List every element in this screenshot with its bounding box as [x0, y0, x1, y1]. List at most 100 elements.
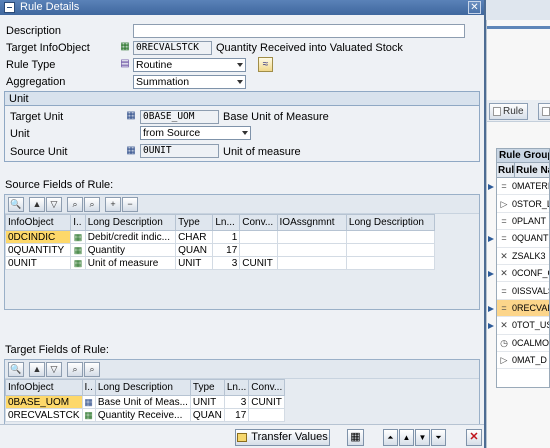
arrow-icon: = [501, 181, 507, 192]
list-item[interactable]: ▷ 0MAT_D [497, 352, 549, 370]
column-header[interactable]: Long Description [84, 214, 177, 231]
transfer-icon [237, 432, 248, 442]
list-item[interactable]: ◷ 0CALMO [497, 335, 549, 352]
infoobject-type-icon: ▦ [70, 243, 86, 257]
cancel-button[interactable]: ✕ [466, 429, 482, 446]
description-field[interactable] [133, 24, 465, 38]
edit-routine-button[interactable]: ≈ [258, 57, 273, 72]
column-header[interactable]: Conv... [248, 379, 286, 396]
target-fields-table: InfoObject I.. Long Description Type Ln.… [5, 379, 286, 422]
infoobject-cell[interactable]: 0QUANTITY [4, 243, 72, 257]
column-header[interactable]: Long Description [345, 214, 436, 231]
transfer-values-button[interactable]: Transfer Values [235, 429, 330, 446]
close-icon[interactable]: ✕ [468, 1, 481, 14]
aggregation-select[interactable]: Summation [133, 75, 246, 89]
list-item[interactable]: = 0QUANT [497, 230, 549, 248]
previous-page-button[interactable]: ▲ [399, 429, 414, 446]
column-header[interactable]: Type [189, 379, 225, 396]
list-item[interactable]: ▷ 0STOR_L [497, 195, 549, 213]
column-header[interactable]: InfoObject [5, 379, 83, 396]
last-page-button[interactable]: ⏷ [431, 429, 446, 446]
cross-icon: ✕ [500, 268, 508, 279]
column-header[interactable]: InfoObject [4, 214, 72, 231]
long-description-cell [345, 256, 436, 270]
arrow-icon: = [501, 285, 507, 296]
table-row[interactable]: 0QUANTITY ▦ Quantity QUAN 17 [4, 243, 436, 257]
next-page-button[interactable]: ▼ [415, 429, 430, 446]
background-header-strip [486, 0, 550, 20]
description-cell: Debit/credit indic... [84, 230, 177, 244]
type-cell: QUAN [175, 243, 214, 257]
find-icon[interactable]: ⌕ [67, 196, 83, 212]
first-page-button[interactable]: ⏶ [383, 429, 398, 446]
target-unit-text: Base Unit of Measure [223, 111, 329, 123]
rule-type-select[interactable]: Routine [133, 58, 246, 72]
sort-ascending-icon[interactable]: ▲ [29, 361, 45, 377]
rule-icon [493, 106, 501, 116]
ioassignment-cell[interactable] [276, 230, 347, 244]
chevron-down-icon [242, 131, 248, 135]
column-header[interactable]: Type [175, 214, 214, 231]
column-header[interactable]: Conv... [239, 214, 278, 231]
display-button[interactable]: ▦ [347, 429, 364, 446]
source-unit-field[interactable]: 0UNIT [140, 144, 219, 158]
list-item-selected[interactable]: = 0RECVAL [497, 299, 549, 318]
filter-icon[interactable]: ▽ [46, 196, 62, 212]
filter-icon[interactable]: ▽ [46, 361, 62, 377]
source-fields-table: InfoObject I.. Long Description Type Ln.… [4, 214, 436, 270]
dialog-titlebar: Rule Details ✕ [0, 0, 484, 15]
background-rule-button[interactable]: Rule [489, 103, 528, 120]
list-item[interactable]: ✕ 0TOT_US [497, 317, 549, 335]
column-header[interactable]: Ln... [223, 379, 250, 396]
clock-icon: ◷ [500, 337, 508, 348]
infoobject-cell[interactable]: 0UNIT [4, 256, 72, 270]
target-infoobject-text: Quantity Received into Valuated Stock [216, 42, 403, 54]
cross-icon: ✕ [500, 320, 508, 331]
target-unit-field[interactable]: 0BASE_UOM [140, 110, 219, 124]
infoobject-cell[interactable]: 0RECVALSTCK [5, 408, 83, 422]
find-icon[interactable]: ⌕ [67, 361, 83, 377]
target-infoobject-field[interactable]: 0RECVALSTCK [133, 41, 212, 55]
ioassignment-cell[interactable] [276, 243, 347, 257]
column-header[interactable]: I.. [81, 379, 96, 396]
table-row[interactable]: 0DCINDIC ▦ Debit/credit indic... CHAR 1 [4, 230, 436, 244]
column-header[interactable]: I.. [70, 214, 86, 231]
find-next-icon[interactable]: ⌕ [84, 361, 100, 377]
description-cell: Quantity [84, 243, 177, 257]
ioassignment-cell[interactable] [276, 256, 347, 270]
find-next-icon[interactable]: ⌕ [84, 196, 100, 212]
background-edit-button[interactable] [538, 103, 550, 120]
table-row[interactable]: 0UNIT ▦ Unit of measure UNIT 3 CUNIT [4, 256, 436, 270]
sort-ascending-icon[interactable]: ▲ [29, 196, 45, 212]
background-rule-group-table: Rule Group: RulRule Na =0MATERI ▷0STOR_L… [496, 148, 550, 388]
details-icon[interactable]: 🔍 [8, 361, 24, 377]
type-cell: UNIT [189, 395, 225, 409]
list-item[interactable]: ✕ ZSALK3 [497, 248, 549, 265]
insert-row-icon[interactable]: + [105, 196, 121, 212]
unit-infoobject-icon: ▦ [126, 145, 136, 156]
conversion-cell [239, 230, 278, 244]
play-icon: ▷ [500, 355, 508, 366]
list-item[interactable]: = 0PLANT [497, 213, 549, 231]
edit-icon [542, 106, 550, 116]
column-header[interactable]: IOAssgnmnt [276, 214, 347, 231]
previous-page-icon: ▲ [402, 433, 411, 442]
infoobject-cell[interactable]: 0DCINDIC [4, 230, 72, 244]
table-row[interactable]: 0RECVALSTCK ▦ Quantity Receive... QUAN 1… [5, 408, 286, 422]
table-row[interactable]: 0BASE_UOM ▦ Base Unit of Meas... UNIT 3 … [5, 395, 286, 409]
details-icon[interactable]: 🔍 [8, 196, 24, 212]
delete-row-icon[interactable]: − [122, 196, 138, 212]
unit-infoobject-icon: ▦ [126, 110, 136, 121]
column-header[interactable]: Ln... [212, 214, 241, 231]
cross-icon: ✕ [500, 250, 508, 261]
column-header[interactable]: Long Description [94, 379, 191, 396]
description-cell: Quantity Receive... [94, 408, 191, 422]
infoobject-type-icon: ▦ [70, 230, 86, 244]
list-item[interactable]: ✕0CONF_G [497, 265, 549, 283]
display-icon: ▦ [350, 431, 361, 443]
unit-select[interactable]: from Source [140, 126, 251, 140]
list-item[interactable]: = 0ISSVALS [497, 282, 549, 300]
rule-group-header: Rule Group: [497, 149, 549, 163]
infoobject-cell[interactable]: 0BASE_UOM [5, 395, 83, 409]
list-item[interactable]: = 0MATERI [497, 178, 549, 196]
